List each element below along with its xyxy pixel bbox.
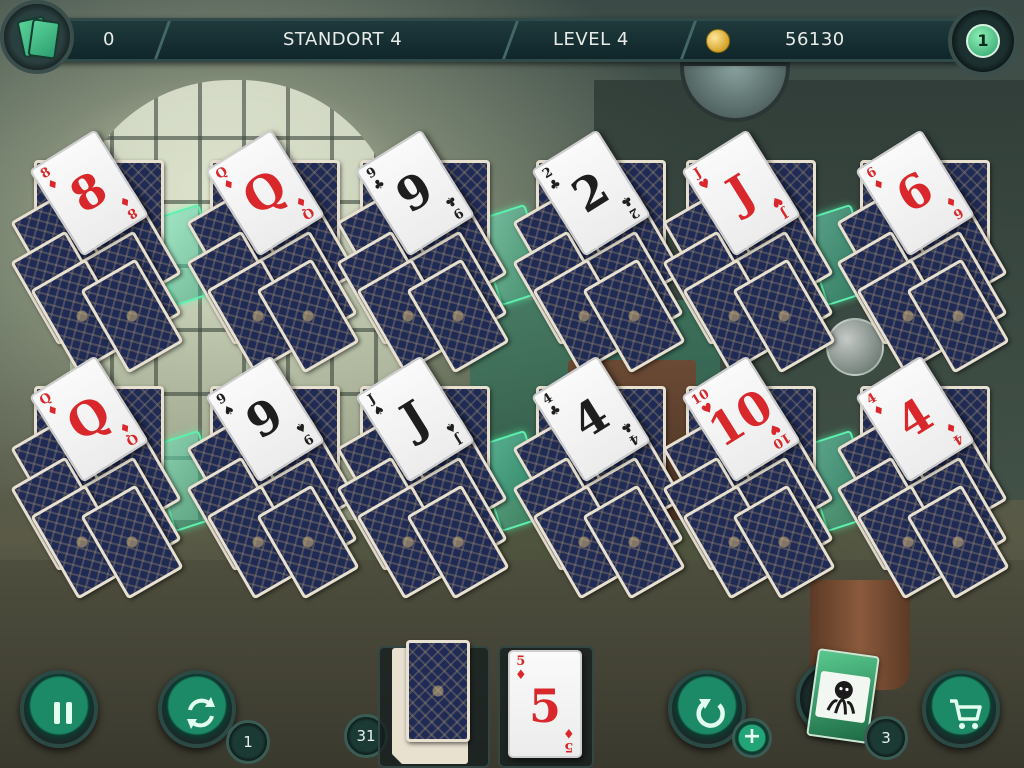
buy-undo-plus-button[interactable]: +: [732, 718, 772, 758]
level-badge[interactable]: 1: [948, 6, 1018, 76]
level-label: LEVEL 4: [553, 29, 629, 50]
shuffle-button[interactable]: [158, 670, 236, 748]
hud-divider: [154, 21, 188, 59]
coin-icon: [706, 29, 730, 53]
location-label: STANDORT 4: [283, 29, 403, 50]
pause-button[interactable]: [20, 670, 98, 748]
top-hud-bar: 0 STANDORT 4 LEVEL 4 56130: [48, 18, 988, 62]
waste-card-corner-bottom: 5 ♦: [563, 725, 575, 754]
undo-icon: [696, 699, 725, 728]
moves-counter: 0: [103, 29, 115, 50]
level-badge-value: 1: [966, 24, 1000, 58]
stock-top-card[interactable]: [406, 640, 470, 742]
pause-icon: [54, 702, 72, 724]
coin-balance: 56130: [785, 29, 845, 50]
waste-card[interactable]: 5 ♦ 5 5 ♦: [508, 650, 582, 758]
joker-count-badge: 3: [864, 716, 908, 760]
cards-icon[interactable]: [0, 0, 74, 74]
mini-card-front: [27, 18, 61, 60]
hud-divider: [502, 21, 536, 59]
cart-icon: [950, 699, 982, 729]
shuffle-count-badge: 1: [226, 720, 270, 764]
shuffle-icon: [187, 697, 215, 729]
shop-button[interactable]: [922, 670, 1000, 748]
